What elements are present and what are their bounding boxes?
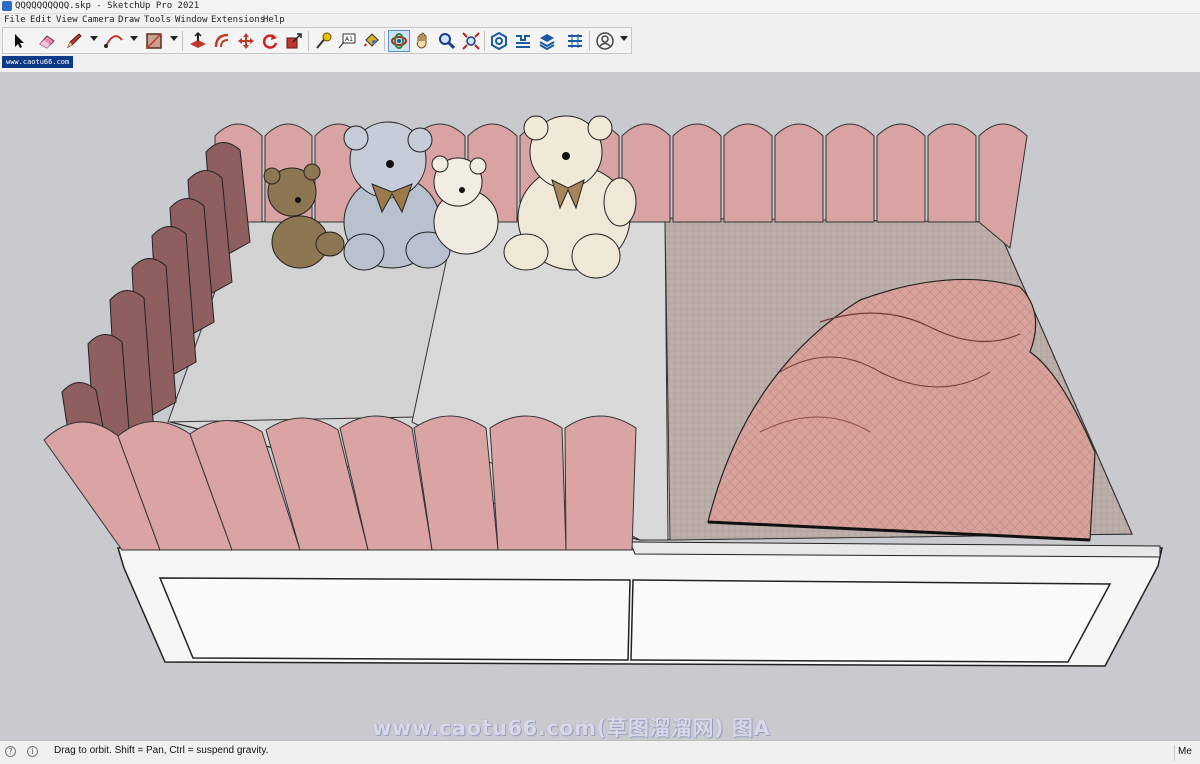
sketchup-app-icon — [2, 1, 12, 11]
menu-file[interactable]: File — [4, 14, 26, 27]
model-viewport[interactable]: www.caotu66.com(草图溜溜网) 图A — [0, 72, 1200, 740]
arc-icon — [104, 35, 123, 48]
rectangle-icon — [146, 33, 162, 49]
tape-measure-tool-button[interactable] — [312, 30, 334, 52]
rectangle-tool-button[interactable] — [143, 30, 165, 52]
window-title: QQQQQQQQQQ.skp - SketchUp Pro 2021 — [15, 1, 200, 11]
push-pull-icon — [190, 32, 206, 48]
arrow-cursor-icon — [15, 34, 24, 48]
layers-stack-icon — [539, 34, 555, 50]
account-dropdown[interactable] — [620, 36, 628, 41]
menu-camera[interactable]: Camera — [82, 14, 115, 27]
bed-frame — [116, 541, 1163, 667]
move-tool-button[interactable] — [235, 30, 257, 52]
menu-help[interactable]: Help — [263, 14, 285, 27]
magnifier-icon — [439, 33, 456, 50]
move-icon — [238, 33, 254, 49]
menu-view[interactable]: View — [56, 14, 78, 27]
zoom-extents-tool-button[interactable] — [460, 30, 482, 52]
paint-bucket-icon — [364, 33, 379, 47]
tape-measure-icon — [316, 32, 332, 49]
orbit-tool-button[interactable] — [388, 30, 410, 52]
select-tool-button[interactable] — [8, 30, 30, 52]
menu-draw[interactable]: Draw — [118, 14, 140, 27]
menu-extensions[interactable]: Extensions — [211, 14, 265, 27]
menu-edit[interactable]: Edit — [30, 14, 52, 27]
offset-icon — [214, 33, 229, 48]
line-tool-button[interactable] — [63, 30, 85, 52]
line-tool-dropdown[interactable] — [90, 36, 98, 41]
pencil-icon — [67, 33, 82, 49]
user-icon — [596, 32, 614, 50]
menu-bar: File Edit View Camera Draw Tools Window … — [0, 14, 1200, 27]
svg-text:A1: A1 — [345, 36, 353, 43]
text-tool-button[interactable]: A1 — [336, 30, 358, 52]
extension-manager-button[interactable] — [564, 30, 586, 52]
pan-tool-button[interactable] — [412, 30, 434, 52]
extension-warehouse-icon — [516, 35, 530, 48]
menu-window[interactable]: Window — [175, 14, 208, 27]
scene-tab[interactable]: www.caotu66.com — [2, 56, 74, 68]
info-icon[interactable]: i — [27, 746, 38, 757]
eraser-tool-button[interactable] — [36, 30, 58, 52]
arc-tool-dropdown[interactable] — [130, 36, 138, 41]
account-button[interactable] — [594, 30, 616, 52]
3d-warehouse-button[interactable] — [488, 30, 510, 52]
layout-button[interactable] — [536, 30, 558, 52]
scale-tool-button[interactable] — [283, 30, 305, 52]
title-bar: QQQQQQQQQQ.skp - SketchUp Pro 2021 — [0, 0, 1200, 14]
arc-tool-button[interactable] — [103, 30, 125, 52]
measurements-box[interactable]: Me — [1174, 745, 1200, 761]
orbit-icon — [391, 33, 407, 49]
extension-manager-icon — [568, 34, 582, 48]
offset-tool-button[interactable] — [212, 30, 234, 52]
zoom-extents-icon — [462, 32, 480, 50]
zoom-tool-button[interactable] — [436, 30, 458, 52]
front-guard-rail — [43, 415, 637, 551]
hand-icon — [416, 32, 427, 49]
geo-location-icon[interactable]: ? — [5, 746, 16, 757]
extension-warehouse-button[interactable] — [512, 30, 534, 52]
site-watermark: www.caotu66.com(草图溜溜网) 图A — [372, 716, 771, 740]
scale-icon — [286, 33, 302, 49]
eraser-icon — [39, 35, 55, 49]
rotate-icon — [262, 34, 278, 49]
warehouse-icon — [491, 32, 507, 50]
push-pull-tool-button[interactable] — [187, 30, 209, 52]
status-message: Drag to orbit. Shift = Pan, Ctrl = suspe… — [54, 745, 269, 756]
text-icon: A1 — [338, 33, 356, 49]
rectangle-tool-dropdown[interactable] — [170, 36, 178, 41]
menu-tools[interactable]: Tools — [144, 14, 171, 27]
status-bar: ? i Drag to orbit. Shift = Pan, Ctrl = s… — [0, 740, 1200, 764]
getting-started-toolbar: A1 — [2, 27, 632, 54]
rotate-tool-button[interactable] — [259, 30, 281, 52]
paint-bucket-tool-button[interactable] — [360, 30, 382, 52]
bed-model-render — [43, 115, 1163, 667]
